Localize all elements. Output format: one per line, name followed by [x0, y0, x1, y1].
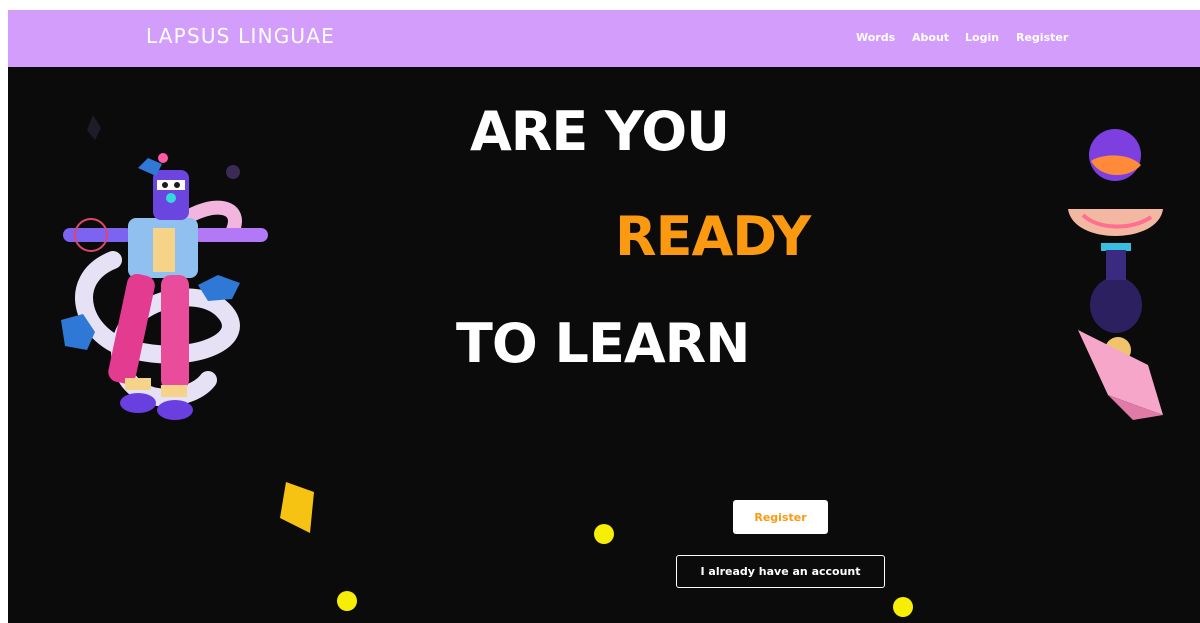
yellow-dot-icon — [893, 597, 913, 617]
yellow-diamond-icon — [280, 482, 314, 533]
navbar: LAPSUS LINGUAE Words About Login Registe… — [8, 10, 1200, 67]
nav-links: Words About Login Register — [8, 31, 1200, 47]
nav-link-words[interactable]: Words — [856, 31, 895, 44]
hero-line-1: ARE YOU — [470, 100, 730, 163]
stacked-shapes-illustration — [1068, 129, 1163, 420]
page-frame: LAPSUS LINGUAE Words About Login Registe… — [8, 10, 1200, 623]
yellow-dot-icon — [337, 591, 357, 611]
nav-link-register[interactable]: Register — [1016, 31, 1068, 44]
hero-line-2: READY — [615, 205, 811, 268]
hero-line-3: TO LEARN — [456, 312, 750, 375]
login-button[interactable]: I already have an account — [676, 555, 885, 588]
yellow-dot-icon — [594, 524, 614, 544]
register-button[interactable]: Register — [733, 500, 828, 534]
character-illustration — [61, 115, 268, 420]
nav-link-about[interactable]: About — [912, 31, 949, 44]
nav-link-login[interactable]: Login — [965, 31, 999, 44]
